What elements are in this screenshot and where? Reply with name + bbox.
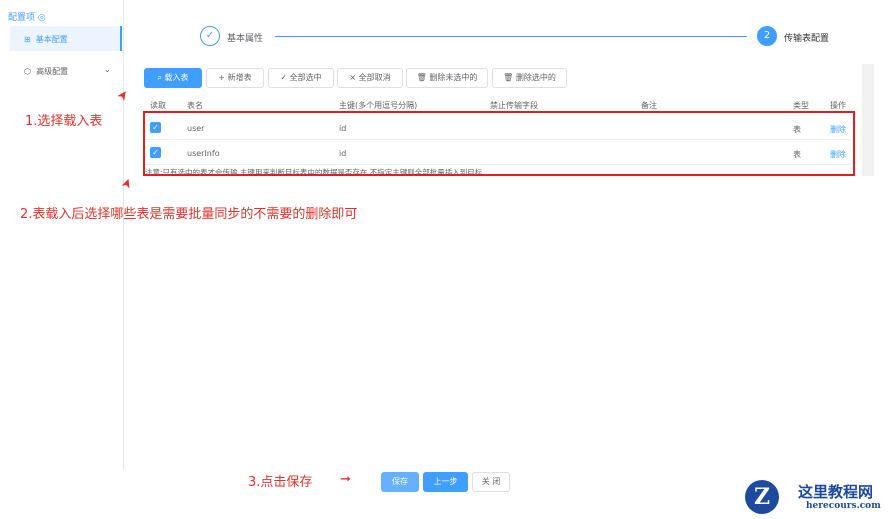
watermark-url: herecours.com [806,501,881,511]
watermark-title: 这里教程网 [798,483,874,501]
annotation-2: 2.表载入后选择哪些表是需要批量同步的不需要的删除即可 [20,207,358,222]
header-key: 主键(多个用逗号分隔) [339,101,418,110]
arrow-icon: ➞ [340,472,351,487]
header-action: 操作 [830,101,846,110]
header-read: 读取 [150,101,166,110]
sidebar-title: 配置项 ◎ [8,13,46,23]
annotation-3: 3.点击保存 [248,475,313,490]
highlight-box [143,111,855,176]
sidebar-item-basic[interactable]: ⊞ 基本配置 [10,26,122,51]
annotation-1: 1.选择载入表 [25,114,103,129]
step-1-label: 基本属性 [227,34,264,44]
prev-step-button[interactable]: 上一步 [423,472,468,492]
sidebar-item-advanced[interactable]: ⬡ 高级配置 ⌄ [10,62,122,82]
load-table-button[interactable]: ⌕ 载入表 [144,68,202,88]
sidebar: 配置项 ◎ ⊞ 基本配置 ⬡ 高级配置 ⌄ [0,0,124,470]
step-2-label: 传输表配置 [784,34,830,44]
select-all-button[interactable]: ✓ 全部选中 [268,68,334,88]
grid-icon: ⊞ [24,35,31,44]
delete-unselected-button[interactable]: 🗑 删除未选中的 [406,68,488,88]
cube-icon: ⬡ [24,67,31,76]
header-forbidden: 禁止传输字段 [490,101,538,110]
step-1-icon: ✓ [200,26,220,46]
header-name: 表名 [187,101,203,110]
header-remark: 备注 [641,101,657,110]
step-connector [275,36,747,37]
close-button[interactable]: 关 闭 [472,472,510,492]
watermark-logo-icon: Z [745,480,779,514]
delete-selected-button[interactable]: 🗑 删除选中的 [492,68,567,88]
save-button[interactable]: 保存 [381,472,419,492]
deselect-all-button[interactable]: × 全部取消 [337,68,403,88]
chevron-down-icon: ⌄ [104,65,111,74]
add-table-button[interactable]: + 新增表 [206,68,264,88]
settings-icon: ◎ [37,13,46,23]
step-2-icon: 2 [757,26,777,46]
scrollbar[interactable] [862,64,874,176]
header-type: 类型 [793,101,809,110]
